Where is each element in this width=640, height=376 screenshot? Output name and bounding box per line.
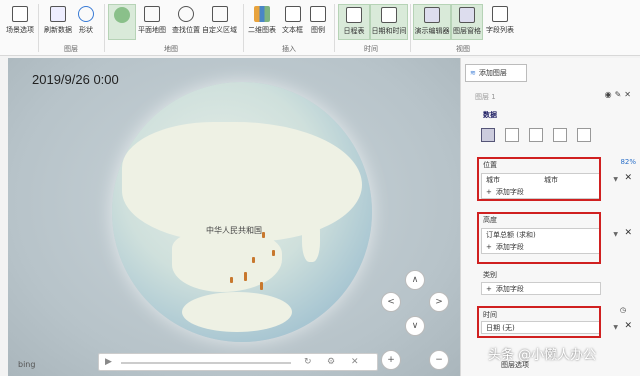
stacked-column-icon[interactable] (481, 128, 495, 142)
group-label-layer: 图层 (64, 45, 78, 53)
shape-button[interactable]: 形状 (78, 6, 94, 35)
clustered-column-icon[interactable] (505, 128, 519, 142)
text-box-icon (284, 6, 301, 22)
refresh-icon (50, 6, 66, 22)
region-icon[interactable] (577, 128, 591, 142)
globe-icon (114, 7, 130, 23)
highlight-height (477, 212, 601, 264)
zoom-out-button[interactable]: − (429, 350, 449, 370)
layer-pane: ≋ 添加图层 图层 1 ◉✎✕ 数据 82% 位置 城市 城市 + 添加字段 ▼ … (460, 58, 640, 376)
field-list-button[interactable]: 字段列表 (486, 6, 514, 35)
category-title: 类别 (483, 271, 497, 279)
repeat-icon[interactable]: ↻ (304, 357, 312, 367)
remove-time-icon[interactable]: ✕ (624, 321, 632, 331)
ribbon: 场景选项 刷新数据 形状 图层 平面地图 查找位置 自定义区域 地图 二维图表 … (0, 0, 640, 56)
layer-name: 图层 1 (475, 93, 496, 101)
data-column[interactable] (252, 257, 255, 263)
edit-icon[interactable]: ✎ (615, 90, 625, 99)
play-icon[interactable]: ▶ (105, 357, 112, 367)
heatmap-icon[interactable] (553, 128, 567, 142)
close-icon[interactable]: ✕ (624, 90, 634, 99)
remove-height-icon[interactable]: ✕ (624, 228, 632, 238)
refresh-data-button[interactable]: 刷新数据 (44, 6, 72, 35)
text-box-button[interactable]: 文本框 (282, 6, 303, 35)
data-column[interactable] (272, 250, 275, 256)
clock-icon[interactable]: ◷ (620, 306, 626, 314)
tour-editor-button[interactable]: 演示编辑器 (413, 4, 451, 40)
custom-region-button[interactable]: 自定义区域 (202, 6, 237, 35)
app-window: 场景选项 刷新数据 形状 图层 平面地图 查找位置 自定义区域 地图 二维图表 … (0, 0, 640, 376)
highlight-position (477, 157, 601, 201)
add-layer-icon: ≋ (470, 69, 476, 77)
chart-icon (254, 6, 270, 22)
timeline-icon (346, 7, 362, 23)
data-column[interactable] (244, 272, 247, 281)
close-icon[interactable]: ✕ (351, 357, 359, 367)
group-label-time: 时间 (364, 45, 378, 53)
timestamp: 2019/9/26 0:00 (32, 72, 119, 87)
field-list-icon (492, 6, 508, 22)
scene-options-button[interactable]: 场景选项 (6, 6, 34, 35)
bubble-icon[interactable] (529, 128, 543, 142)
time-dropdown[interactable]: ▼ (613, 324, 618, 331)
timeline-button[interactable]: 日程表 (338, 4, 370, 40)
date-time-icon (381, 7, 397, 23)
custom-region-icon (211, 6, 228, 22)
data-column[interactable] (230, 277, 233, 283)
date-time-button[interactable]: 日期和时间 (370, 4, 408, 40)
zoom-in-button[interactable]: + (381, 350, 401, 370)
data-column[interactable] (262, 232, 265, 238)
scene-icon (12, 6, 28, 22)
add-layer-button[interactable]: ≋ 添加图层 (465, 64, 527, 82)
layer-pane-button[interactable]: 图层窗格 (451, 4, 483, 40)
shape-icon (78, 6, 94, 22)
globe[interactable]: 中华人民共和国 (112, 82, 372, 342)
rotate-right-button[interactable]: > (429, 292, 449, 312)
data-column[interactable] (260, 282, 263, 290)
highlight-time (477, 306, 601, 338)
add-field-category[interactable]: + 添加字段 (482, 283, 600, 295)
remove-position-icon[interactable]: ✕ (624, 173, 632, 183)
tilt-up-button[interactable]: ∧ (405, 270, 425, 290)
map-canvas[interactable]: 2019/9/26 0:00 中华人民共和国 ∧ < > ∨ + − ▶ ↻ ⚙… (8, 58, 460, 376)
group-label-map: 地图 (164, 45, 178, 53)
tour-editor-icon (424, 7, 440, 23)
globe-button[interactable] (108, 4, 136, 40)
group-label-view: 视图 (456, 45, 470, 53)
settings-icon[interactable]: ⚙ (327, 357, 335, 367)
watermark-text: 头条 @小懒人办公 (488, 348, 597, 363)
flat-map-button[interactable]: 平面地图 (138, 6, 166, 35)
visualization-types (481, 128, 591, 142)
time-slider[interactable] (121, 362, 291, 364)
eye-icon[interactable]: ◉ (605, 90, 615, 99)
bing-logo: bing (18, 360, 36, 369)
group-label-insert: 插入 (282, 45, 296, 53)
category-box: + 添加字段 (481, 282, 601, 295)
legend-icon (310, 6, 326, 22)
flat-map-icon (144, 6, 160, 22)
legend-button[interactable]: 图例 (310, 6, 326, 35)
data-section-title: 数据 (483, 111, 497, 119)
position-dropdown[interactable]: ▼ (613, 176, 618, 183)
find-location-icon (178, 6, 194, 22)
find-location-button[interactable]: 查找位置 (172, 6, 200, 35)
2d-chart-button[interactable]: 二维图表 (248, 6, 276, 35)
height-dropdown[interactable]: ▼ (613, 231, 618, 238)
country-label: 中华人民共和国 (206, 226, 262, 235)
time-playback-bar: ▶ ↻ ⚙ ✕ (98, 353, 378, 371)
tilt-down-button[interactable]: ∨ (405, 316, 425, 336)
layer-pane-icon (459, 7, 475, 23)
geocode-percent[interactable]: 82% (620, 158, 636, 166)
layer-tools: ◉✎✕ (605, 90, 634, 99)
rotate-left-button[interactable]: < (381, 292, 401, 312)
